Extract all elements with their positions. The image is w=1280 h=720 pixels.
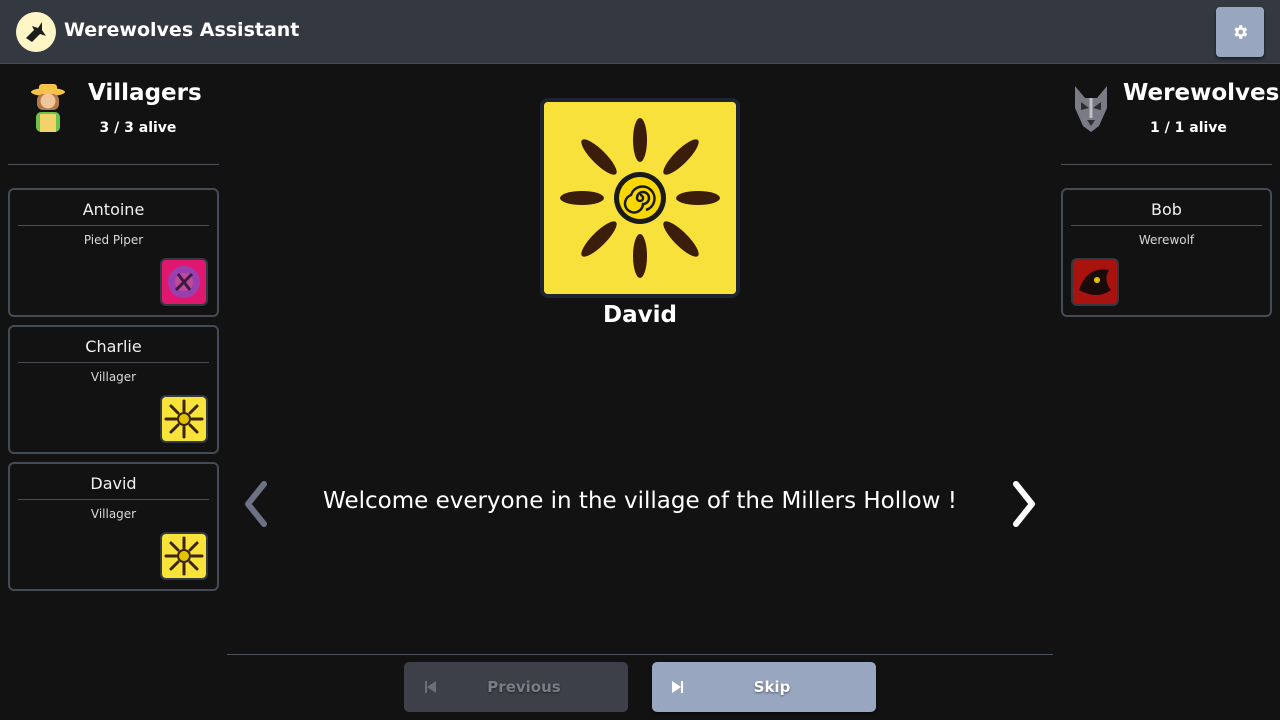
next-arrow-button[interactable]: [1004, 478, 1044, 530]
player-role: Werewolf: [1138, 233, 1195, 247]
villagers-panel: Villagers 3 / 3 alive Antoine Pied Piper…: [0, 64, 227, 720]
villagers-alive-count: 3 / 3 alive: [99, 120, 177, 136]
player-role: Pied Piper: [83, 233, 144, 247]
skip-previous-icon: [425, 681, 436, 693]
villager-role-icon: [160, 395, 208, 443]
player-name: Charlie: [18, 337, 209, 363]
previous-button-label: Previous: [487, 678, 561, 696]
villagers-title: Villagers: [88, 80, 202, 106]
werewolves-alive-count: 1 / 1 alive: [1150, 120, 1227, 136]
chevron-right-icon: [1013, 481, 1035, 527]
current-player-name: David: [603, 302, 677, 328]
player-role: Villager: [90, 507, 137, 521]
gear-icon: [1234, 25, 1248, 39]
previous-button[interactable]: Previous: [404, 662, 628, 712]
app-logo-icon[interactable]: [16, 12, 56, 52]
skip-next-icon: [672, 681, 683, 693]
player-name: David: [18, 474, 209, 500]
skip-button[interactable]: Skip: [652, 662, 876, 712]
wolf-avatar-icon: [1071, 82, 1111, 134]
werewolves-header: Werewolves 1 / 1 alive: [1061, 64, 1279, 165]
werewolves-title: Werewolves: [1123, 80, 1280, 106]
skip-button-label: Skip: [753, 678, 791, 696]
top-bar: Werewolves Assistant: [0, 0, 1280, 64]
pied-piper-role-icon: [160, 258, 208, 306]
player-card-charlie[interactable]: Charlie Villager: [8, 325, 219, 454]
game-message: Welcome everyone in the village of the M…: [323, 488, 957, 514]
player-role: Villager: [90, 370, 137, 384]
settings-button[interactable]: [1216, 7, 1264, 57]
villager-role-image: [544, 102, 736, 294]
player-card-antoine[interactable]: Antoine Pied Piper: [8, 188, 219, 317]
werewolf-role-icon: [1071, 258, 1119, 306]
villagers-header: Villagers 3 / 3 alive: [8, 64, 219, 165]
werewolves-panel: Werewolves 1 / 1 alive Bob Werewolf: [1053, 64, 1280, 720]
previous-arrow-button[interactable]: [236, 478, 276, 530]
player-name: Antoine: [18, 200, 209, 226]
app-title: Werewolves Assistant: [64, 19, 300, 41]
current-player-portrait: [540, 98, 740, 298]
player-card-bob[interactable]: Bob Werewolf: [1061, 188, 1272, 317]
footer-divider: [227, 654, 1053, 655]
villager-role-icon: [160, 532, 208, 580]
player-name: Bob: [1071, 200, 1262, 226]
villager-avatar-icon: [28, 82, 68, 134]
player-card-david[interactable]: David Villager: [8, 462, 219, 591]
chevron-left-icon: [245, 481, 267, 527]
